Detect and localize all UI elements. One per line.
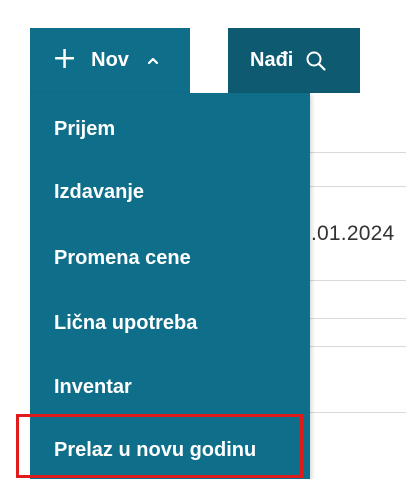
new-button-label: Nov xyxy=(91,49,129,71)
menu-item-izdavanje[interactable]: Izdavanje xyxy=(30,160,310,224)
search-icon xyxy=(306,51,326,71)
menu-item-promena-cene[interactable]: Promena cene xyxy=(30,226,310,290)
table-row-divider xyxy=(310,412,406,413)
table-row-divider xyxy=(310,318,406,319)
find-button-label: Nađi xyxy=(250,49,294,71)
menu-item-prijem[interactable]: Prijem xyxy=(30,97,310,161)
find-button[interactable]: Nađi xyxy=(228,28,360,93)
table-row-divider xyxy=(310,186,406,187)
menu-item-prelaz-u-novu-godinu[interactable]: Prelaz u novu godinu xyxy=(30,418,310,479)
page: .01.2024 + Nov Nađi Prijem Izdavanje Pro… xyxy=(0,0,406,479)
chevron-up-icon xyxy=(147,57,159,64)
menu-item-inventar[interactable]: Inventar xyxy=(30,355,310,419)
new-button[interactable]: + Nov xyxy=(30,28,190,93)
table-row-divider xyxy=(310,152,406,153)
new-dropdown-menu: Prijem Izdavanje Promena cene Lična upot… xyxy=(30,93,310,479)
table-row-divider xyxy=(310,280,406,281)
table-row-divider xyxy=(310,346,406,347)
plus-icon: + xyxy=(52,40,78,76)
table-cell-date: .01.2024 xyxy=(311,222,395,245)
menu-item-licna-upotreba[interactable]: Lična upotreba xyxy=(30,291,310,355)
